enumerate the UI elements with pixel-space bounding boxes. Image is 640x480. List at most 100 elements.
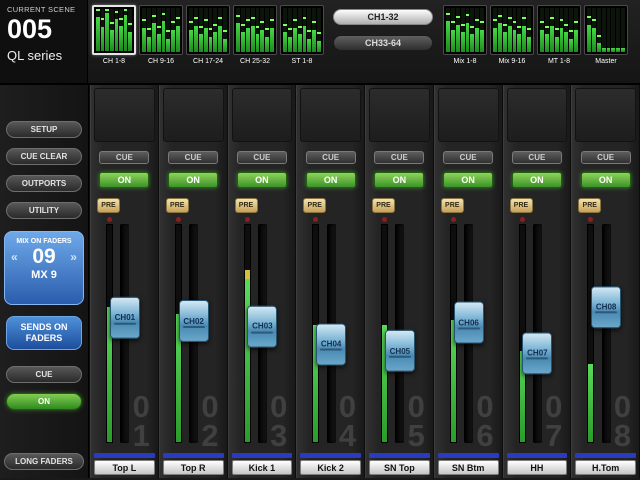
meter-bank[interactable]: Master [584,5,628,83]
pre-badge[interactable]: PRE [166,198,189,213]
meter-bar [256,8,260,52]
meter-bar [312,8,316,52]
channel-name[interactable]: SN Top [369,460,430,475]
channel-number-ghost: 08 [607,389,638,447]
channel-on-button[interactable]: ON [237,172,287,188]
pre-badge[interactable]: PRE [510,198,533,213]
channel-on-button[interactable]: ON [374,172,424,188]
channel-on-button[interactable]: ON [306,172,356,188]
meter-bank[interactable]: Mix 1-8 [443,5,487,83]
layer-ch33-64-button[interactable]: CH33-64 [333,35,433,51]
mix-on-faders-panel[interactable]: MIX ON FADERS « 09 » MX 9 [4,231,84,305]
setup-button[interactable]: SETUP [6,121,82,138]
fader-track[interactable]: CH06 [464,224,473,443]
fader-track[interactable]: CH05 [395,224,404,443]
channel-color-bar [575,453,636,458]
layer-ch1-32-button[interactable]: CH1-32 [333,9,433,25]
meter-bank[interactable]: CH 9-16 [139,5,183,83]
meter-bar [101,9,105,51]
utility-button[interactable]: UTILITY [6,202,82,219]
sends-on-faders-button[interactable]: SENDS ON FADERS [6,316,82,350]
channel-on-button[interactable]: ON [168,172,218,188]
fader-cap[interactable]: CH08 [591,286,621,328]
meter-bank[interactable]: ST 1-8 [280,5,324,83]
channel-name[interactable]: Top R [163,460,224,475]
strip-top-panel [369,88,430,142]
channel-cue-button[interactable]: CUE [306,151,356,164]
fader-cap[interactable]: CH05 [385,330,415,372]
channel-cue-button[interactable]: CUE [374,151,424,164]
channel-name[interactable]: Top L [94,460,155,475]
meter-bar [317,8,321,52]
channel-color-bar [163,453,224,458]
fader-track[interactable]: CH02 [189,224,198,443]
pre-badge[interactable]: PRE [372,198,395,213]
meter-bar [110,9,114,51]
channel-name[interactable]: HH [507,460,568,475]
channel-color-bar [438,453,499,458]
long-faders-button[interactable]: LONG FADERS [4,453,84,470]
meter-bank[interactable]: Mix 9-16 [490,5,534,83]
meter-bank[interactable]: CH 17-24 [186,5,230,83]
fader-cap[interactable]: CH02 [179,300,209,342]
channel-cue-button[interactable]: CUE [168,151,218,164]
channel-cue-button[interactable]: CUE [237,151,287,164]
fader-cap[interactable]: CH04 [316,323,346,365]
fader-cap[interactable]: CH03 [247,305,277,347]
fader-cap[interactable]: CH07 [522,332,552,374]
fader-cap[interactable]: CH01 [110,297,140,339]
pre-badge[interactable]: PRE [235,198,258,213]
meter-bar [176,8,180,52]
clip-indicator [176,217,181,222]
channel-name[interactable]: H.Tom [575,460,636,475]
outports-button[interactable]: OUTPORTS [6,175,82,192]
scene-box[interactable]: CURRENT SCENE 005 QL series [0,0,88,83]
cue-clear-button[interactable]: CUE CLEAR [6,148,82,165]
meter-bar [587,8,591,52]
mix-prev-icon[interactable]: « [11,250,18,264]
channel-strip: CUE ON PRE 06 CH06 SN Btm [434,85,502,478]
fader-track[interactable]: CH04 [327,224,336,443]
channel-cue-button[interactable]: CUE [512,151,562,164]
fader-track[interactable]: CH03 [258,224,267,443]
channel-cue-button[interactable]: CUE [443,151,493,164]
pre-badge[interactable]: PRE [303,198,326,213]
sidebar-on-button[interactable]: ON [6,393,82,410]
meter-bank-label: Mix 1-8 [454,58,477,65]
pre-badge[interactable]: PRE [97,198,120,213]
meter-bar [451,8,455,52]
meter-bank[interactable]: CH 1-8 [92,5,136,83]
meter-bank-display [537,5,581,55]
channel-name[interactable]: Kick 1 [232,460,293,475]
fader-cap[interactable]: CH06 [454,302,484,344]
mix-next-icon[interactable]: » [70,250,77,264]
channel-on-button[interactable]: ON [581,172,631,188]
channel-on-button[interactable]: ON [443,172,493,188]
channel-strip: CUE ON PRE 03 CH03 Kick 1 [228,85,296,478]
current-scene-label: CURRENT SCENE [7,5,80,14]
meter-bank[interactable]: CH 25-32 [233,5,277,83]
clip-indicator [382,217,387,222]
fader-track[interactable]: CH08 [602,224,611,443]
channel-name[interactable]: SN Btm [438,460,499,475]
pre-badge[interactable]: PRE [441,198,464,213]
channel-on-button[interactable]: ON [512,172,562,188]
meter-bar [555,8,559,52]
channel-on-button[interactable]: ON [99,172,149,188]
meter-bar [105,9,109,51]
meter-bar [171,8,175,52]
mixer-app: CURRENT SCENE 005 QL series CH 1-8 CH 9-… [0,0,640,480]
clip-indicator [588,217,593,222]
meter-bar [498,8,502,52]
channel-name[interactable]: Kick 2 [300,460,361,475]
channel-cue-button[interactable]: CUE [581,151,631,164]
sidebar-cue-button[interactable]: CUE [6,366,82,383]
meter-bar [508,8,512,52]
fader-track[interactable]: CH01 [120,224,129,443]
meter-bar [550,8,554,52]
meter-bank-display [92,5,136,55]
pre-badge[interactable]: PRE [578,198,601,213]
meter-bank[interactable]: MT 1-8 [537,5,581,83]
channel-cue-button[interactable]: CUE [99,151,149,164]
fader-track[interactable]: CH07 [533,224,542,443]
